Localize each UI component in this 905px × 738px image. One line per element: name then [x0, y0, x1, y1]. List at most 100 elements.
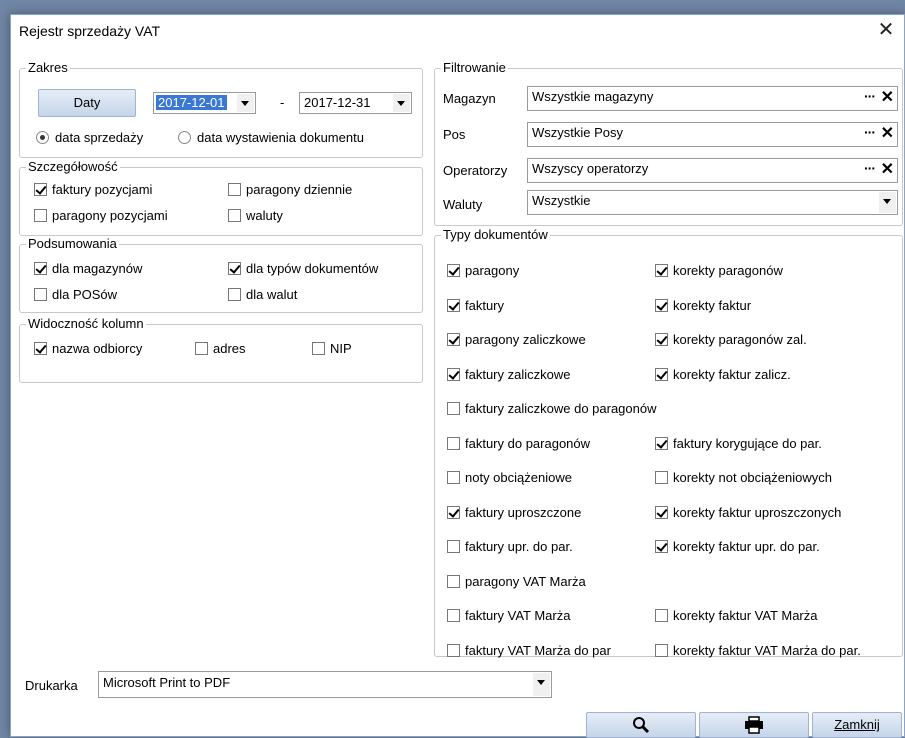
- operatorzy-field[interactable]: Wszyscy operatorzy ··· ✕: [527, 158, 898, 183]
- checkbox-checked-icon: [447, 505, 460, 519]
- waluty-combo[interactable]: Wszystkie: [527, 190, 898, 215]
- checkbox-checked-icon: [655, 298, 668, 312]
- checkbox-icon: [655, 471, 668, 484]
- checkbox-icon: [447, 540, 460, 553]
- checkbox-icon: [447, 643, 460, 657]
- date-to-combo[interactable]: 2017-12-31: [299, 92, 412, 114]
- typ-item[interactable]: paragony VAT Marża: [447, 574, 586, 589]
- preview-button[interactable]: [586, 712, 696, 738]
- magazyn-field[interactable]: Wszystkie magazyny ··· ✕: [527, 86, 898, 111]
- zamknij-button[interactable]: Zamknij: [812, 712, 902, 738]
- typ-item[interactable]: korekty not obciążeniowych: [655, 470, 832, 485]
- typ-item[interactable]: faktury upr. do par.: [447, 539, 573, 554]
- chk-dla-posow[interactable]: dla POSów: [34, 287, 117, 302]
- chk-dla-magazynow[interactable]: dla magazynów: [34, 261, 142, 276]
- clear-x-icon[interactable]: ✕: [881, 123, 894, 143]
- typ-item[interactable]: korekty faktur zalicz.: [655, 367, 791, 382]
- chk-faktury-pozycjami[interactable]: faktury pozycjami: [34, 182, 152, 197]
- checkbox-checked-icon: [655, 333, 668, 346]
- ellipsis-icon[interactable]: ···: [864, 124, 876, 140]
- date-separator: -: [280, 95, 285, 110]
- chk-paragony-pozycjami[interactable]: paragony pozycjami: [34, 208, 168, 223]
- typ-item[interactable]: noty obciążeniowe: [447, 470, 572, 485]
- typ-item[interactable]: faktury VAT Marża do par: [447, 643, 611, 658]
- checkbox-icon: [312, 342, 325, 355]
- waluty-chevron-down-icon[interactable]: [879, 192, 896, 213]
- checkbox-icon: [447, 609, 460, 622]
- drukarka-chevron-down-icon[interactable]: [533, 673, 550, 696]
- checkbox-icon: [34, 288, 47, 301]
- drukarka-label: Drukarka: [25, 678, 78, 693]
- chk-nip[interactable]: NIP: [312, 341, 352, 356]
- chk-dla-typow-dokumentow[interactable]: dla typów dokumentów: [228, 261, 378, 276]
- ellipsis-icon[interactable]: ···: [864, 160, 876, 176]
- szczegolowosc-title: Szczegółowość: [26, 159, 120, 175]
- typ-item[interactable]: faktury zaliczkowe: [447, 367, 570, 382]
- chk-dla-walut[interactable]: dla walut: [228, 287, 297, 302]
- checkbox-icon: [655, 609, 668, 622]
- ellipsis-icon[interactable]: ···: [864, 88, 876, 104]
- typ-item[interactable]: faktury uproszczone: [447, 505, 581, 520]
- clear-x-icon[interactable]: ✕: [881, 159, 894, 179]
- widocznosc-title: Widoczność kolumn: [26, 316, 146, 332]
- checkbox-icon: [228, 288, 241, 301]
- daty-button[interactable]: Daty: [38, 89, 136, 117]
- filtrowanie-title: Filtrowanie: [441, 60, 508, 76]
- date-from-chevron-down-icon[interactable]: [237, 94, 254, 112]
- checkbox-checked-icon: [34, 342, 47, 355]
- typ-item[interactable]: korekty faktur upr. do par.: [655, 539, 820, 554]
- typy-title: Typy dokumentów: [441, 227, 550, 243]
- search-icon: [633, 717, 650, 734]
- checkbox-checked-icon: [447, 333, 460, 346]
- zakres-title: Zakres: [26, 60, 70, 76]
- typ-item[interactable]: paragony: [447, 263, 519, 278]
- typ-item[interactable]: faktury korygujące do par.: [655, 436, 822, 451]
- checkbox-checked-icon: [655, 264, 668, 277]
- checkbox-icon: [447, 574, 460, 588]
- checkbox-checked-icon: [655, 436, 668, 450]
- checkbox-checked-icon: [655, 505, 668, 519]
- typ-item[interactable]: faktury zaliczkowe do paragonów: [447, 401, 657, 416]
- radio-data-wystawienia[interactable]: data wystawienia dokumentu: [178, 130, 364, 145]
- title-bar: Rejestr sprzedaży VAT ✕: [11, 15, 904, 47]
- dialog-window: Rejestr sprzedaży VAT ✕ Zakres Daty 2017…: [10, 14, 905, 738]
- chk-adres[interactable]: adres: [195, 341, 246, 356]
- typ-item[interactable]: korekty paragonów zal.: [655, 332, 807, 347]
- magazyn-label: Magazyn: [443, 91, 496, 106]
- printer-icon: [745, 716, 763, 734]
- date-to-chevron-down-icon[interactable]: [393, 94, 410, 112]
- pos-label: Pos: [443, 127, 466, 142]
- checkbox-icon: [447, 402, 460, 415]
- close-icon[interactable]: ✕: [874, 17, 898, 43]
- waluty-label: Waluty: [443, 197, 483, 212]
- typ-item[interactable]: korekty faktur VAT Marża do par.: [655, 643, 861, 658]
- typ-item[interactable]: korekty faktur: [655, 298, 751, 313]
- chk-waluty[interactable]: waluty: [228, 208, 283, 223]
- checkbox-checked-icon: [655, 367, 668, 381]
- typ-item[interactable]: korekty paragonów: [655, 263, 783, 278]
- typ-item[interactable]: korekty faktur uproszczonych: [655, 505, 841, 520]
- print-button[interactable]: [699, 712, 809, 738]
- chk-nazwa-odbiorcy[interactable]: nazwa odbiorcy: [34, 341, 142, 356]
- clear-x-icon[interactable]: ✕: [881, 87, 894, 107]
- typ-item[interactable]: korekty faktur VAT Marża: [655, 608, 818, 623]
- date-from-combo[interactable]: 2017-12-01: [153, 92, 256, 114]
- checkbox-checked-icon: [655, 540, 668, 553]
- checkbox-checked-icon: [447, 298, 460, 312]
- drukarka-combo[interactable]: Microsoft Print to PDF: [98, 671, 552, 698]
- zakres-group: Zakres Daty 2017-12-01 - 2017-12-31 data…: [19, 60, 423, 158]
- date-from-value: 2017-12-01: [156, 95, 227, 110]
- typ-item[interactable]: faktury: [447, 298, 504, 313]
- operatorzy-label: Operatorzy: [443, 163, 508, 178]
- checkbox-icon: [228, 209, 241, 222]
- typ-item[interactable]: faktury do paragonów: [447, 436, 590, 451]
- checkbox-icon: [655, 643, 668, 657]
- window-title: Rejestr sprzedaży VAT: [19, 23, 161, 39]
- typ-item[interactable]: paragony zaliczkowe: [447, 332, 586, 347]
- widocznosc-group: Widoczność kolumn nazwa odbiorcy adres N…: [19, 316, 423, 383]
- pos-field[interactable]: Wszystkie Posy ··· ✕: [527, 122, 898, 147]
- podsumowania-title: Podsumowania: [26, 236, 119, 252]
- radio-data-sprzedazy[interactable]: data sprzedaży: [36, 130, 143, 145]
- typ-item[interactable]: faktury VAT Marża: [447, 608, 570, 623]
- chk-paragony-dziennie[interactable]: paragony dziennie: [228, 182, 352, 197]
